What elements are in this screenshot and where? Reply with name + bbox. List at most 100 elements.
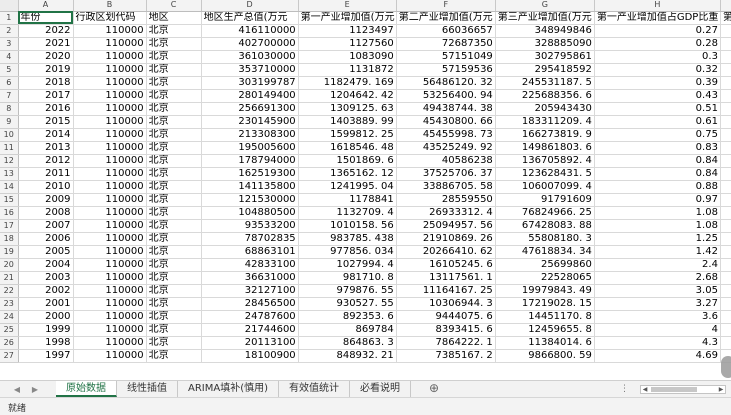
prev-sheet-icon[interactable]: ◀ xyxy=(12,384,22,395)
data-cell[interactable]: 76824966. 25 xyxy=(495,206,595,220)
data-cell[interactable]: 1182479. 169 xyxy=(298,76,397,90)
data-cell[interactable]: 110000 xyxy=(73,323,147,337)
data-cell[interactable]: 22528065 xyxy=(495,271,595,285)
data-cell[interactable]: 195005600 xyxy=(201,141,299,155)
data-cell[interactable]: 北京 xyxy=(146,349,202,363)
row-number[interactable]: 25 xyxy=(0,323,19,337)
data-cell[interactable]: 1365162. 12 xyxy=(298,167,397,181)
data-cell[interactable]: 0.97 xyxy=(594,193,721,207)
row-number[interactable]: 22 xyxy=(0,284,19,298)
header-cell[interactable]: 第三产业增加值(万元 xyxy=(495,11,595,25)
data-cell[interactable]: 北京 xyxy=(146,323,202,337)
data-cell[interactable] xyxy=(720,167,731,181)
data-cell[interactable]: 45430800. 66 xyxy=(396,115,496,129)
row-number[interactable]: 3 xyxy=(0,37,19,51)
row-number[interactable]: 9 xyxy=(0,115,19,129)
data-cell[interactable]: 123628431. 5 xyxy=(495,167,595,181)
data-cell[interactable]: 245531187. 5 xyxy=(495,76,595,90)
data-cell[interactable]: 979876. 55 xyxy=(298,284,397,298)
data-cell[interactable]: 110000 xyxy=(73,37,147,51)
data-cell[interactable]: 1.08 xyxy=(594,219,721,233)
data-cell[interactable] xyxy=(720,245,731,259)
data-cell[interactable]: 402700000 xyxy=(201,37,299,51)
data-cell[interactable]: 2009 xyxy=(18,193,74,207)
data-cell[interactable]: 北京 xyxy=(146,128,202,142)
data-cell[interactable]: 110000 xyxy=(73,76,147,90)
data-cell[interactable]: 141135800 xyxy=(201,180,299,194)
row-number[interactable]: 11 xyxy=(0,141,19,155)
data-cell[interactable]: 1599812. 25 xyxy=(298,128,397,142)
data-cell[interactable]: 2014 xyxy=(18,128,74,142)
data-cell[interactable]: 110000 xyxy=(73,115,147,129)
row-number[interactable]: 16 xyxy=(0,206,19,220)
data-cell[interactable] xyxy=(720,297,731,311)
data-cell[interactable]: 1.42 xyxy=(594,245,721,259)
header-cell[interactable]: 第一产业增加值占GDP比重 xyxy=(594,11,721,25)
data-cell[interactable]: 21744600 xyxy=(201,323,299,337)
row-number[interactable]: 27 xyxy=(0,349,19,363)
header-cell[interactable]: 第一产业增加值(万元 xyxy=(298,11,397,25)
data-cell[interactable]: 北京 xyxy=(146,336,202,350)
data-cell[interactable]: 53256400. 94 xyxy=(396,89,496,103)
data-cell[interactable] xyxy=(720,76,731,90)
data-cell[interactable]: 北京 xyxy=(146,50,202,64)
row-number[interactable]: 7 xyxy=(0,89,19,103)
data-cell[interactable]: 149861803. 6 xyxy=(495,141,595,155)
data-cell[interactable]: 北京 xyxy=(146,141,202,155)
data-cell[interactable]: 981710. 8 xyxy=(298,271,397,285)
data-cell[interactable]: 40586238 xyxy=(396,154,496,168)
data-cell[interactable]: 北京 xyxy=(146,180,202,194)
tab-sheet-3[interactable]: 有效值统计 xyxy=(279,381,351,397)
data-cell[interactable]: 北京 xyxy=(146,167,202,181)
data-cell[interactable]: 2006 xyxy=(18,232,74,246)
data-cell[interactable]: 北京 xyxy=(146,232,202,246)
data-cell[interactable]: 16105245. 6 xyxy=(396,258,496,272)
tab-sheet-0[interactable]: 原始数据 xyxy=(56,381,117,397)
column-header[interactable]: F xyxy=(396,0,496,12)
data-cell[interactable] xyxy=(720,89,731,103)
data-cell[interactable]: 7864222. 1 xyxy=(396,336,496,350)
data-cell[interactable]: 91791609 xyxy=(495,193,595,207)
spreadsheet-grid[interactable]: A B C D E F G H 1 年份 行政区划代码 地区 地区生产总值(万元… xyxy=(0,0,731,380)
data-cell[interactable] xyxy=(720,258,731,272)
data-cell[interactable]: 110000 xyxy=(73,154,147,168)
data-cell[interactable]: 2012 xyxy=(18,154,74,168)
data-cell[interactable]: 892353. 6 xyxy=(298,310,397,324)
data-cell[interactable]: 0.28 xyxy=(594,37,721,51)
data-cell[interactable]: 2007 xyxy=(18,219,74,233)
data-cell[interactable]: 1178841 xyxy=(298,193,397,207)
data-cell[interactable]: 4 xyxy=(594,323,721,337)
data-cell[interactable]: 3.27 xyxy=(594,297,721,311)
data-cell[interactable]: 106007099. 4 xyxy=(495,180,595,194)
data-cell[interactable] xyxy=(720,180,731,194)
data-cell[interactable]: 2.4 xyxy=(594,258,721,272)
horizontal-scroll-thumb[interactable] xyxy=(651,387,697,392)
data-cell[interactable]: 12459655. 8 xyxy=(495,323,595,337)
data-cell[interactable]: 北京 xyxy=(146,24,202,38)
data-cell[interactable]: 110000 xyxy=(73,24,147,38)
data-cell[interactable]: 110000 xyxy=(73,193,147,207)
data-cell[interactable]: 0.84 xyxy=(594,154,721,168)
data-cell[interactable]: 110000 xyxy=(73,297,147,311)
row-number[interactable]: 19 xyxy=(0,245,19,259)
data-cell[interactable]: 4.69 xyxy=(594,349,721,363)
data-cell[interactable] xyxy=(720,102,731,116)
data-cell[interactable]: 北京 xyxy=(146,219,202,233)
data-cell[interactable]: 110000 xyxy=(73,245,147,259)
data-cell[interactable]: 2015 xyxy=(18,115,74,129)
sheet-table[interactable]: A B C D E F G H 1 年份 行政区划代码 地区 地区生产总值(万元… xyxy=(0,0,731,363)
data-cell[interactable]: 2013 xyxy=(18,141,74,155)
data-cell[interactable]: 930527. 55 xyxy=(298,297,397,311)
data-cell[interactable]: 20266410. 62 xyxy=(396,245,496,259)
data-cell[interactable]: 110000 xyxy=(73,141,147,155)
data-cell[interactable]: 8393415. 6 xyxy=(396,323,496,337)
data-cell[interactable]: 416110000 xyxy=(201,24,299,38)
row-number[interactable]: 6 xyxy=(0,76,19,90)
data-cell[interactable]: 110000 xyxy=(73,167,147,181)
data-cell[interactable]: 北京 xyxy=(146,284,202,298)
horizontal-scrollbar[interactable]: ◀ ▶ xyxy=(640,385,726,394)
data-cell[interactable]: 1241995. 04 xyxy=(298,180,397,194)
data-cell[interactable]: 北京 xyxy=(146,154,202,168)
data-cell[interactable] xyxy=(720,193,731,207)
data-cell[interactable]: 348949846 xyxy=(495,24,595,38)
